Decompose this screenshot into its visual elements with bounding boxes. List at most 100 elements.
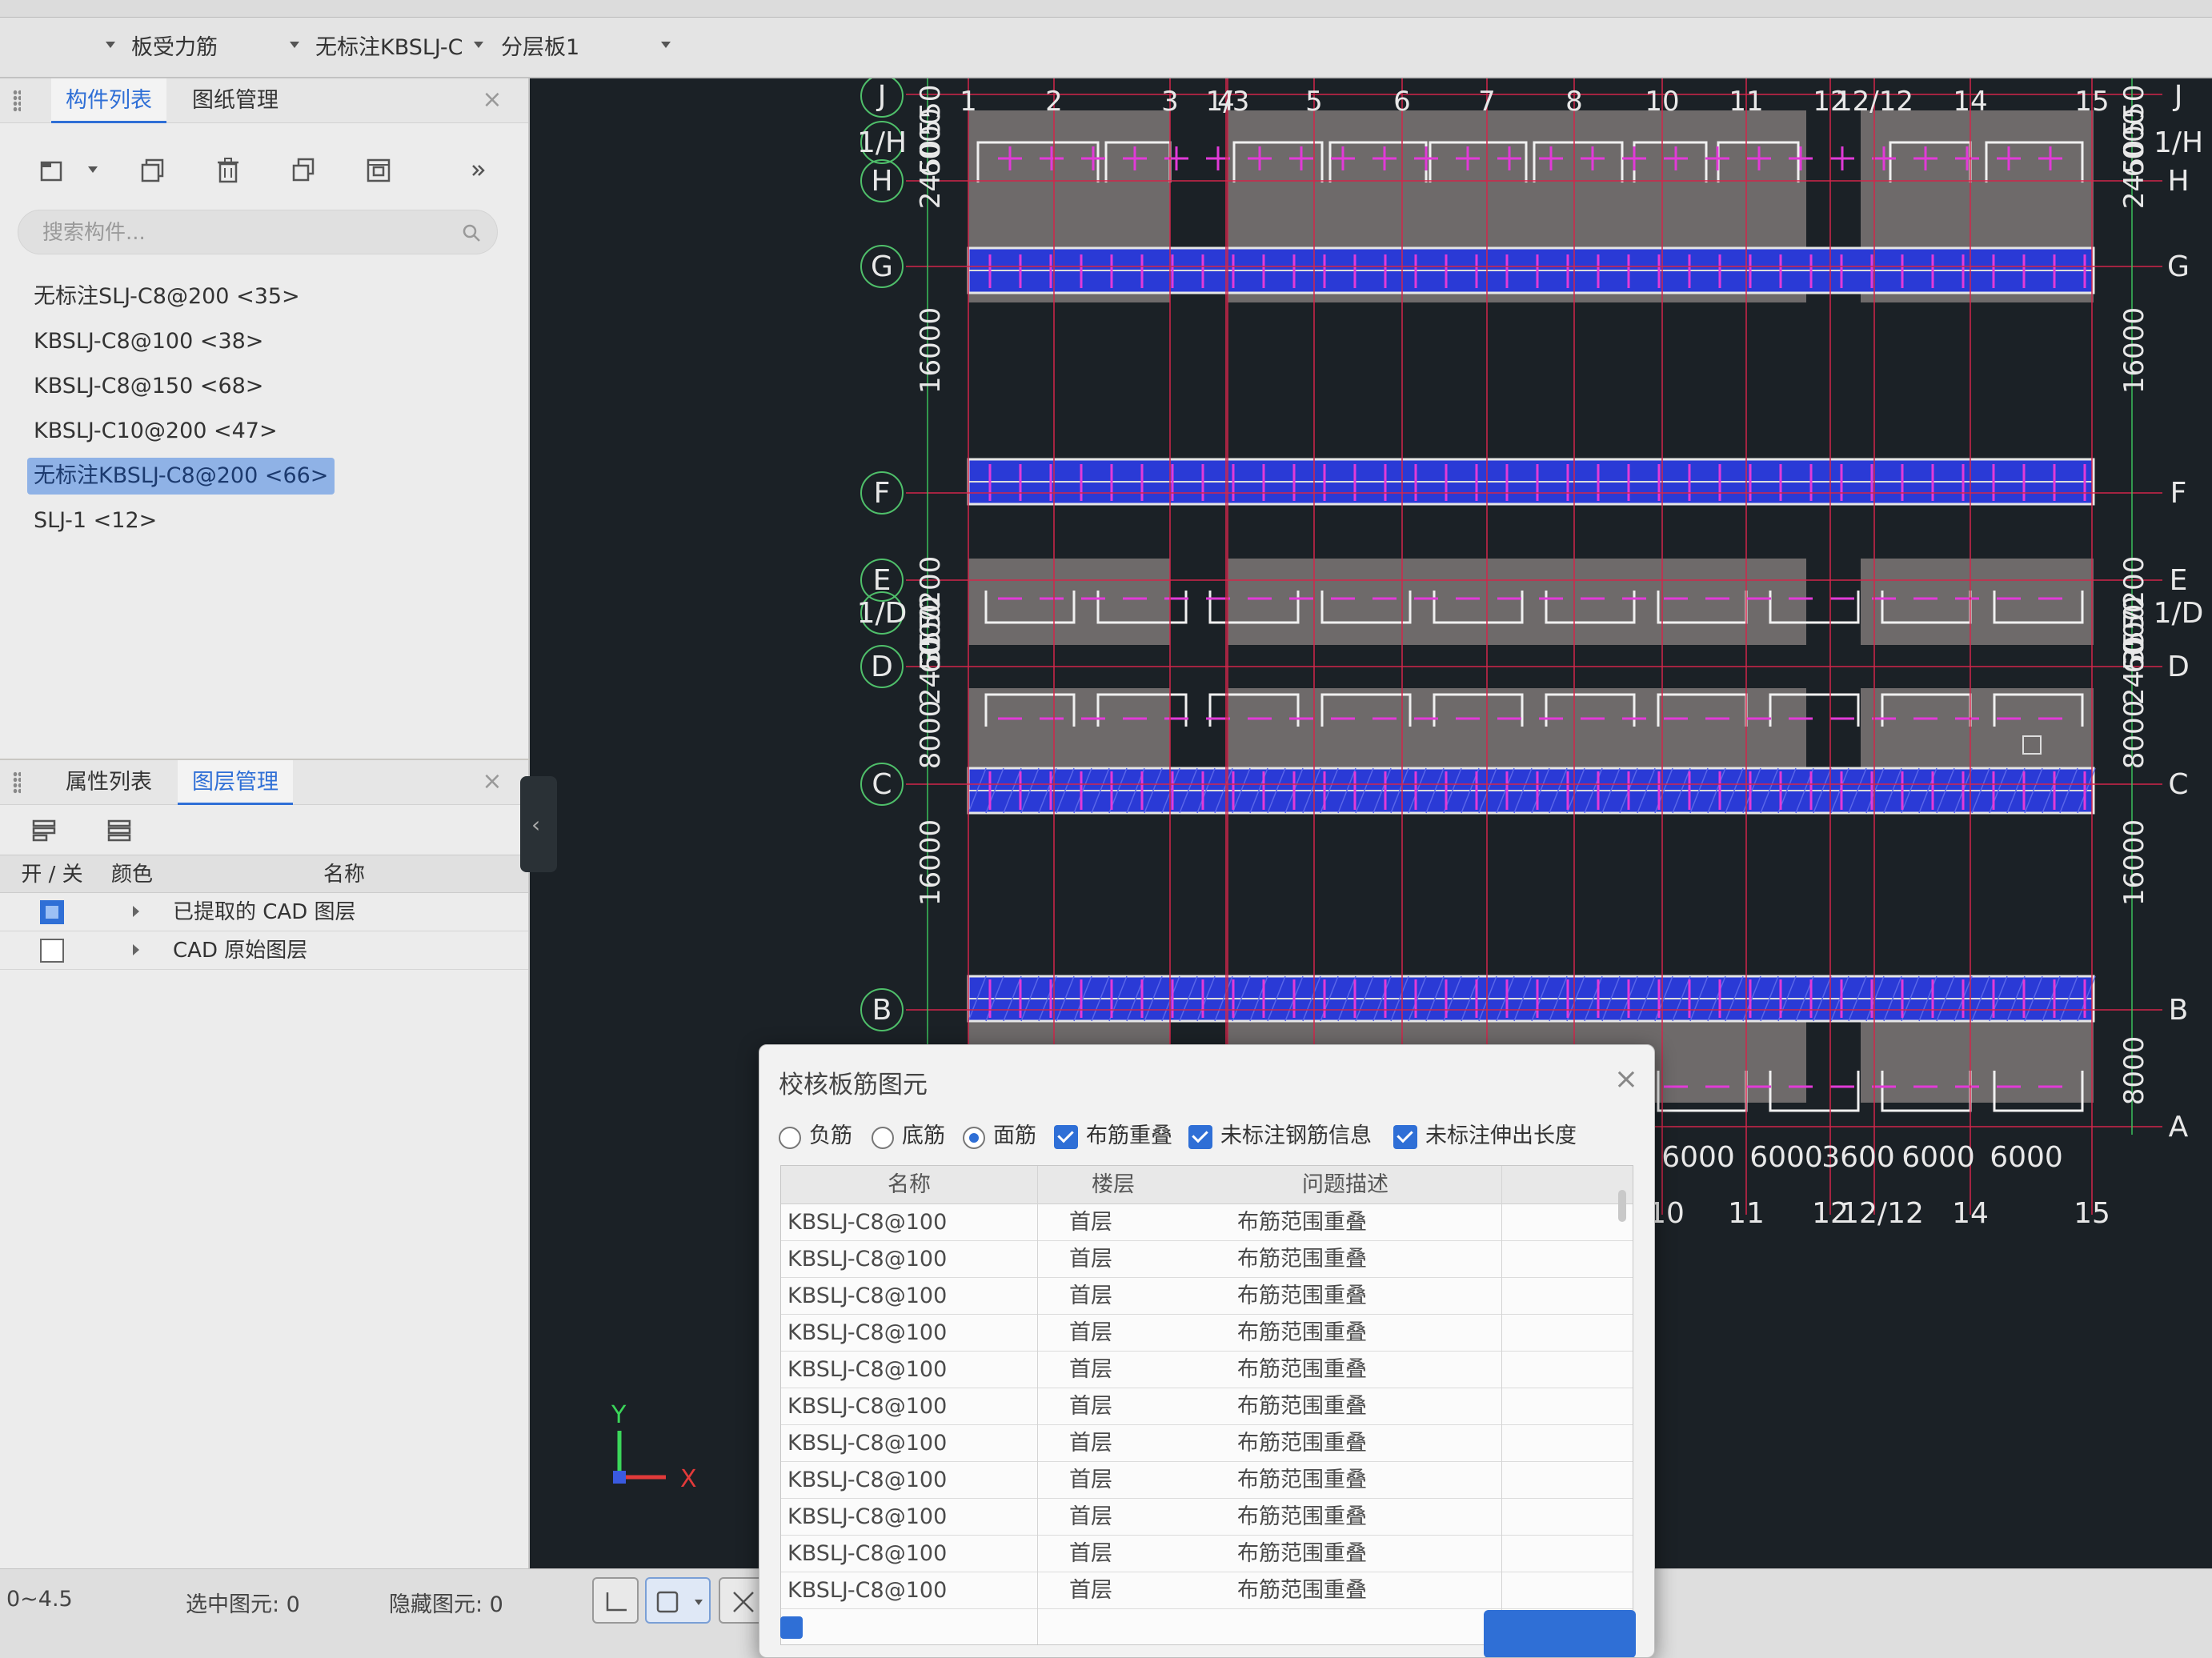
chevron-down-icon[interactable]	[661, 42, 671, 48]
table-row[interactable]: KBSLJ-C8@100 首层 布筋范围重叠	[781, 1278, 1633, 1315]
layer-name: CAD 原始图层	[173, 939, 308, 963]
search-input[interactable]: 搜索构件...	[18, 210, 498, 254]
checkbox-show-range[interactable]	[780, 1616, 803, 1639]
chevron-down-icon[interactable]	[106, 42, 115, 48]
issue-description: 布筋范围重叠	[1237, 1504, 1367, 1529]
issue-floor: 首层	[1069, 1247, 1112, 1272]
issue-description: 布筋范围重叠	[1237, 1578, 1367, 1603]
new-component-button[interactable]	[30, 149, 74, 192]
expand-arrow-icon[interactable]	[133, 944, 139, 955]
more-icon[interactable]	[456, 149, 499, 192]
ortho-mode-button[interactable]	[592, 1577, 639, 1624]
col-toggle-header: 开 / 关	[21, 863, 83, 887]
slab-area	[968, 687, 2094, 775]
col-floor-header: 楼层	[1092, 1172, 1135, 1197]
column-divider	[1037, 1166, 1038, 1644]
search-icon[interactable]	[462, 223, 481, 242]
layer-copy-button[interactable]	[282, 149, 325, 192]
radio-face-rebar[interactable]	[963, 1127, 985, 1149]
delete-button[interactable]	[206, 149, 250, 192]
issue-name: KBSLJ-C8@100	[787, 1431, 948, 1456]
drag-handle-icon[interactable]	[13, 771, 21, 794]
hide-layer-button[interactable]	[98, 808, 141, 851]
chevron-down-icon[interactable]	[290, 42, 299, 48]
checkbox-no-rebar-info[interactable]	[1188, 1125, 1212, 1149]
component-list-item[interactable]: 无标注KBSLJ-C8@200 <66>	[27, 458, 335, 495]
component-list-item[interactable]: 无标注SLJ-C8@200 <35>	[27, 278, 307, 315]
dialog-ok-button[interactable]	[1484, 1610, 1636, 1657]
issue-floor: 首层	[1069, 1468, 1112, 1492]
table-row[interactable]: KBSLJ-C8@100 首层 布筋范围重叠	[781, 1241, 1633, 1278]
show-layer-button[interactable]	[22, 808, 66, 851]
row-axis-label: H	[2167, 165, 2189, 198]
table-row[interactable]: KBSLJ-C8@100 首层 布筋范围重叠	[781, 1315, 1633, 1352]
layer-row[interactable]: 已提取的 CAD 图层	[0, 893, 528, 931]
tab-layer-management[interactable]: 图层管理	[178, 760, 293, 805]
dimension-label: 6000	[915, 604, 947, 674]
component-dropdown[interactable]: 无标注KBSLJ-C	[315, 32, 463, 64]
close-icon[interactable]: ×	[1614, 1063, 1638, 1095]
radio-bottom-rebar[interactable]	[872, 1127, 894, 1149]
layer-toggle-checkbox[interactable]	[40, 939, 64, 963]
tab-drawing-management[interactable]: 图纸管理	[178, 78, 293, 123]
table-row[interactable]: KBSLJ-C8@100 首层 布筋范围重叠	[781, 1204, 1633, 1241]
row-axis-label: E	[2170, 564, 2188, 597]
table-row[interactable]: KBSLJ-C8@100 首层 布筋范围重叠	[781, 1352, 1633, 1388]
layer-row[interactable]: CAD 原始图层	[0, 931, 528, 970]
radio-negative-rebar[interactable]	[779, 1127, 801, 1149]
close-icon[interactable]: ×	[480, 770, 504, 794]
drag-handle-icon[interactable]	[13, 90, 21, 112]
column-axis-label: 12/12	[1835, 86, 1913, 118]
table-row[interactable]: KBSLJ-C8@100 首层 布筋范围重叠	[781, 1462, 1633, 1499]
selection-mode-button[interactable]	[645, 1577, 711, 1624]
rebar-type-dropdown[interactable]: 板受力筋	[131, 32, 218, 64]
col-name-header: 名称	[323, 863, 365, 887]
column-axis-label: 15	[2074, 86, 2109, 118]
row-axis-label: 1/H	[2154, 126, 2203, 159]
component-list-item[interactable]: SLJ-1 <12>	[27, 503, 163, 539]
column-axis-label: 15	[2074, 1197, 2110, 1230]
checkbox-rebar-overlap[interactable]	[1054, 1125, 1078, 1149]
issue-name: KBSLJ-C8@100	[787, 1468, 948, 1492]
table-row[interactable]: KBSLJ-C8@100 首层 布筋范围重叠	[781, 1425, 1633, 1462]
collapse-panel-handle[interactable]: ‹	[520, 776, 557, 872]
row-axis-label: D	[2167, 651, 2190, 683]
chevron-down-icon[interactable]	[474, 42, 483, 48]
tab-properties[interactable]: 属性列表	[51, 760, 166, 805]
toolbar: 板受力筋 无标注KBSLJ-C 分层板1	[0, 18, 2212, 78]
issue-name: KBSLJ-C8@100	[787, 1394, 948, 1419]
option-no-extension-label: 未标注伸出长度	[1425, 1123, 1577, 1148]
tab-component-list[interactable]: 构件列表	[51, 78, 166, 123]
table-row[interactable]: KBSLJ-C8@100 首层 布筋范围重叠	[781, 1572, 1633, 1609]
chevron-down-icon[interactable]	[695, 1600, 703, 1605]
layer-toggle-checkbox[interactable]	[40, 900, 64, 924]
component-list-item[interactable]: KBSLJ-C8@150 <68>	[27, 368, 270, 405]
issue-table-header: 名称 楼层 问题描述	[781, 1166, 1633, 1204]
extract-button[interactable]	[357, 149, 400, 192]
close-icon[interactable]: ×	[480, 88, 504, 112]
checkbox-no-extension[interactable]	[1393, 1125, 1417, 1149]
component-list-item[interactable]: KBSLJ-C8@100 <38>	[27, 323, 270, 360]
table-scrollbar[interactable]	[1618, 1190, 1626, 1222]
top-menu-strip	[0, 0, 2212, 18]
option-bottom-rebar-label: 底筋	[902, 1123, 945, 1148]
table-row[interactable]: KBSLJ-C8@100 首层 布筋范围重叠	[781, 1388, 1633, 1425]
expand-arrow-icon[interactable]	[133, 906, 139, 917]
col-name-header: 名称	[888, 1172, 931, 1197]
dimension-label: 2450	[2118, 140, 2150, 210]
col-color-header: 颜色	[110, 863, 153, 887]
chevron-down-icon[interactable]	[88, 166, 98, 173]
issue-description: 布筋范围重叠	[1237, 1320, 1367, 1345]
row-axis-label: 1/D	[857, 597, 908, 630]
floor-layer-dropdown[interactable]: 分层板1	[501, 32, 579, 64]
row-axis-label: C	[2168, 768, 2188, 801]
table-row[interactable]: KBSLJ-C8@100 首层 布筋范围重叠	[781, 1536, 1633, 1572]
row-axis-label: F	[2170, 477, 2187, 510]
component-list-item[interactable]: KBSLJ-C10@200 <47>	[27, 413, 284, 450]
column-axis-label: 3	[1161, 86, 1179, 118]
issue-name: KBSLJ-C8@100	[787, 1578, 948, 1603]
column-divider	[1501, 1166, 1502, 1644]
copy-button[interactable]	[131, 149, 174, 192]
table-row[interactable]: KBSLJ-C8@100 首层 布筋范围重叠	[781, 1499, 1633, 1536]
dimension-label: 16000	[2118, 307, 2150, 394]
